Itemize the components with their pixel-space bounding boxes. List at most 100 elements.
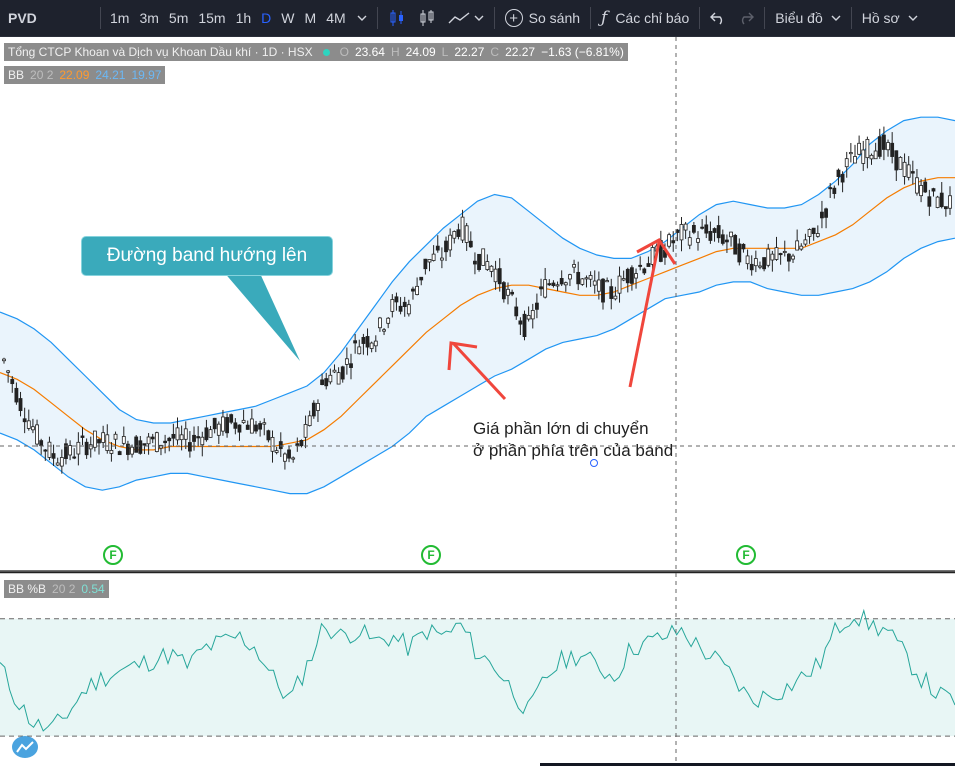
annotation-callout[interactable]: Đường band hướng lên: [81, 236, 333, 276]
candle-body: [311, 402, 316, 417]
candle-body: [287, 449, 291, 459]
candle-body: [613, 295, 618, 300]
bb-legend[interactable]: BB 20 2 22.09 24.21 19.97: [4, 66, 166, 84]
tradingview-logo-icon[interactable]: [12, 736, 38, 758]
candle-body: [76, 441, 81, 455]
candle-body: [720, 234, 725, 244]
candle-body: [340, 366, 345, 380]
toolbar-divider: [493, 7, 495, 29]
candle-body: [898, 156, 903, 170]
candle-body: [208, 429, 213, 438]
candle-body: [196, 436, 201, 439]
symbol-search[interactable]: PVD: [0, 0, 96, 36]
candle-body: [35, 424, 39, 445]
chart-area[interactable]: Tổng CTCP Khoan và Dịch vụ Khoan Dầu khí…: [0, 37, 955, 766]
interval-5m[interactable]: 5m: [164, 0, 193, 36]
candle-body: [758, 265, 762, 268]
candles-chart-type-icon[interactable]: [382, 0, 412, 36]
candle-body: [638, 264, 643, 267]
candle-body: [700, 226, 705, 229]
candle-body: [456, 229, 461, 237]
candle-body: [824, 208, 828, 218]
interval-1h[interactable]: 1h: [231, 0, 257, 36]
interval-1m[interactable]: 1m: [105, 0, 134, 36]
profile-button[interactable]: Hồ sơ: [856, 0, 924, 36]
toolbar-divider: [590, 7, 592, 29]
candle-body: [113, 433, 118, 440]
candle-body: [861, 149, 866, 164]
interval-m[interactable]: M: [300, 0, 322, 36]
candle-body: [14, 387, 19, 403]
candle-body: [187, 442, 192, 452]
interval-15m[interactable]: 15m: [193, 0, 230, 36]
candle-body: [237, 424, 242, 433]
candle-body: [47, 441, 52, 458]
candle-body: [485, 261, 490, 270]
interval-dropdown-chevron-icon[interactable]: [351, 0, 373, 36]
open-value: 23.64: [354, 45, 385, 59]
candle-body: [233, 422, 238, 429]
candle-body: [886, 142, 890, 151]
chart-layout-button[interactable]: Biểu đồ: [769, 0, 846, 36]
candle-body: [844, 158, 849, 168]
candle-body: [171, 433, 176, 439]
candle-body: [774, 247, 779, 260]
candle-body: [307, 415, 312, 426]
candle-body: [439, 257, 444, 261]
candle-body: [919, 185, 923, 197]
annotation-note[interactable]: Giá phần lớn di chuyển ở phần phía trên …: [473, 418, 673, 462]
redo-icon[interactable]: [732, 0, 760, 36]
candle-body: [799, 245, 804, 250]
candle-body: [175, 427, 180, 441]
candle-body: [687, 237, 692, 246]
candle-body: [101, 432, 106, 443]
hollow-candles-icon[interactable]: [412, 0, 442, 36]
market-status-dot: [322, 48, 330, 56]
candle-body: [691, 225, 696, 233]
candle-body: [836, 169, 841, 177]
undo-icon[interactable]: [704, 0, 732, 36]
candle-body: [419, 276, 424, 281]
indicators-button[interactable]: ƒ Các chỉ báo: [595, 0, 695, 36]
candle-body: [576, 271, 581, 285]
candle-body: [179, 434, 184, 441]
candle-body: [840, 173, 845, 183]
pctb-legend[interactable]: BB %B 20 2 0.54: [4, 580, 109, 598]
chevron-down-icon: [831, 15, 841, 21]
interval-group: 1m 3m 5m 15m 1h D W M 4M: [105, 0, 351, 36]
candle-body: [390, 299, 395, 312]
candle-body: [72, 456, 77, 459]
candle-body: [563, 282, 568, 286]
candle-body: [671, 240, 676, 244]
candle-body: [59, 457, 64, 467]
compare-label: So sánh: [528, 10, 581, 26]
chart-canvas[interactable]: [0, 37, 955, 766]
candle-body: [84, 441, 89, 456]
line-chart-icon[interactable]: [442, 0, 490, 36]
candle-body: [402, 301, 407, 307]
bb-params: 20 2: [30, 68, 54, 82]
event-marker[interactable]: F: [736, 545, 756, 565]
candle-body: [415, 285, 420, 295]
event-marker[interactable]: F: [103, 545, 123, 565]
candle-body: [473, 260, 477, 265]
main-legend: Tổng CTCP Khoan và Dịch vụ Khoan Dầu khí…: [4, 43, 628, 61]
function-icon: ƒ: [601, 8, 608, 28]
candle-body: [386, 317, 391, 324]
candle-body: [778, 253, 783, 256]
toolbar-divider: [764, 7, 766, 29]
candle-body: [828, 187, 833, 190]
interval-3m[interactable]: 3m: [134, 0, 163, 36]
interval-w[interactable]: W: [276, 0, 299, 36]
interval-d[interactable]: D: [256, 0, 276, 36]
candle-body: [873, 150, 878, 160]
compare-button[interactable]: + So sánh: [499, 0, 586, 36]
interval-4m[interactable]: 4M: [321, 0, 350, 36]
candle-body: [460, 216, 465, 241]
candle-body: [572, 264, 576, 268]
candle-body: [737, 243, 742, 263]
candle-body: [848, 152, 853, 155]
candle-body: [353, 340, 358, 344]
event-marker[interactable]: F: [421, 545, 441, 565]
candle-body: [241, 419, 246, 424]
